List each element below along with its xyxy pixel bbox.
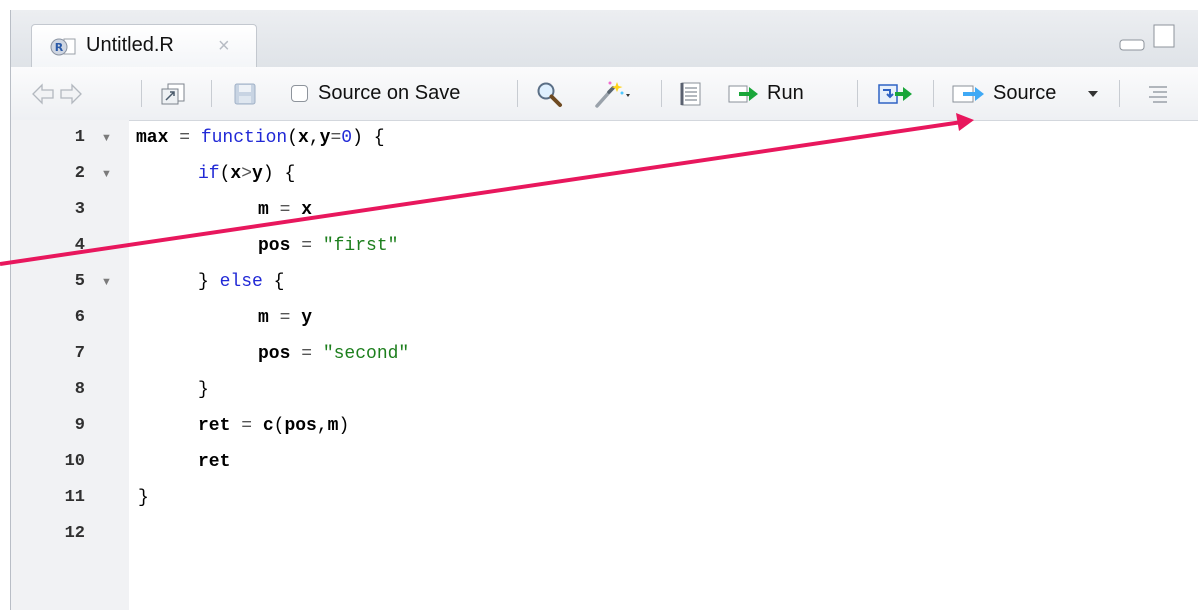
code-line-8[interactable]: } — [198, 380, 209, 400]
outline-icon — [1149, 85, 1167, 103]
code-line-5[interactable]: } else { — [198, 272, 284, 292]
line-number: 3 — [74, 200, 85, 219]
rerun-button[interactable] — [877, 67, 915, 120]
run-label: Run — [767, 82, 804, 104]
compile-notebook-button[interactable] — [679, 67, 703, 120]
source-dropdown-button[interactable] — [1087, 67, 1099, 120]
line-number: 7 — [74, 344, 85, 363]
code-line-11[interactable]: } — [138, 488, 149, 508]
svg-text:R: R — [55, 41, 64, 54]
line-number: 2 — [74, 164, 85, 183]
outline-button[interactable] — [1147, 67, 1169, 120]
fold-toggle-icon[interactable]: ▼ — [101, 132, 112, 144]
tab-close-icon[interactable]: × — [218, 35, 230, 58]
source-on-save-toggle[interactable]: Source on Save — [291, 67, 460, 120]
code-line-1[interactable]: max = function(x,y=0) { — [136, 128, 385, 148]
source-on-save-checkbox[interactable] — [291, 85, 308, 102]
line-number: 9 — [74, 416, 85, 435]
code-tools-button[interactable] — [593, 67, 635, 120]
save-button[interactable] — [233, 67, 257, 120]
back-arrow-icon — [32, 82, 54, 105]
source-on-save-label: Source on Save — [318, 82, 461, 104]
line-number: 5 — [74, 272, 85, 291]
line-number: 12 — [64, 524, 85, 543]
r-file-icon: R — [50, 38, 76, 56]
toolbar-separator — [661, 80, 662, 107]
minimize-icon[interactable] — [1119, 32, 1145, 52]
tab-bar: R Untitled.R × — [11, 10, 1198, 68]
source-editor-pane: R Untitled.R × Source on Save Run Source… — [10, 10, 1198, 610]
code-line-2[interactable]: if(x>y) { — [198, 164, 295, 184]
line-number: 11 — [64, 488, 85, 507]
toolbar-separator — [1119, 80, 1120, 107]
forward-button[interactable] — [59, 67, 83, 120]
code-line-6[interactable]: m = y — [258, 308, 312, 328]
maximize-icon[interactable] — [1153, 24, 1175, 48]
toolbar-separator — [211, 80, 212, 107]
magic-wand-icon — [595, 81, 630, 108]
find-replace-button[interactable] — [535, 67, 563, 120]
toolbar-separator — [141, 80, 142, 107]
toolbar-separator — [517, 80, 518, 107]
code-line-10[interactable]: ret — [198, 452, 230, 472]
save-icon — [234, 83, 256, 104]
source-icon — [952, 85, 984, 102]
line-number: 1 — [74, 128, 85, 147]
tab-title: Untitled.R — [86, 34, 174, 56]
line-number: 10 — [64, 452, 85, 471]
show-in-window-icon — [161, 83, 185, 104]
toolbar-separator — [857, 80, 858, 107]
run-button[interactable]: Run — [727, 67, 804, 120]
line-number: 6 — [74, 308, 85, 327]
fold-toggle-icon[interactable]: ▼ — [101, 168, 112, 180]
line-number: 4 — [74, 236, 85, 255]
toolbar-separator — [933, 80, 934, 107]
compile-notebook-icon — [680, 82, 701, 105]
search-icon — [537, 82, 562, 107]
rerun-icon — [878, 83, 912, 104]
code-line-7[interactable]: pos = "second" — [258, 344, 409, 364]
line-number: 8 — [74, 380, 85, 399]
show-in-window-button[interactable] — [159, 67, 187, 120]
back-button[interactable] — [31, 67, 55, 120]
source-label: Source — [993, 82, 1057, 104]
forward-arrow-icon — [60, 82, 82, 105]
run-icon — [728, 85, 758, 102]
code-line-9[interactable]: ret = c(pos,m) — [198, 416, 349, 436]
fold-toggle-icon[interactable]: ▼ — [101, 276, 112, 288]
editor-toolbar: Source on Save Run Source — [11, 67, 1198, 121]
tab-untitled-r[interactable]: R Untitled.R × — [31, 24, 257, 68]
code-line-3[interactable]: m = x — [258, 200, 312, 220]
code-line-4[interactable]: pos = "first" — [258, 236, 398, 256]
chevron-down-icon — [1088, 90, 1098, 97]
source-button[interactable]: Source — [951, 67, 1056, 120]
